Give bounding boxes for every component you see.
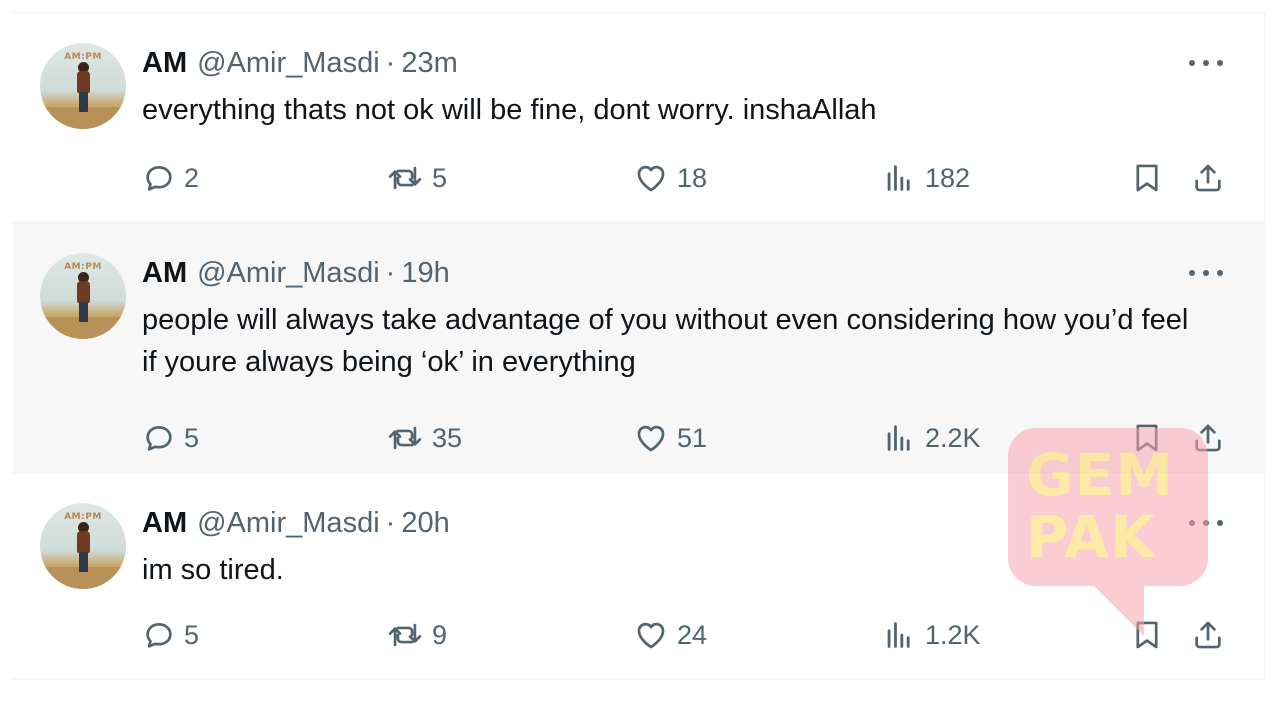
views-button[interactable]: 2.2K [881,416,981,460]
views-chart-icon [887,622,910,648]
like-count: 24 [677,619,708,650]
user-handle[interactable]: @Amir_Masdi [197,257,380,290]
retweet-button[interactable]: 5 [386,156,447,200]
display-name[interactable]: AM [142,257,187,290]
separator-dot: · [385,256,396,289]
display-name[interactable]: AM [142,507,187,540]
retweet-icon [388,166,422,190]
reply-count: 5 [184,619,200,650]
tweet-text: everything thats not ok will be fine, do… [142,94,877,126]
display-name[interactable]: AM [142,47,187,80]
share-button[interactable] [1191,156,1225,200]
separator-dot: · [385,506,396,539]
tweet-feed: AM:PM AM @Amir_Masdi · 23m everything th… [13,12,1265,680]
bookmark-button[interactable] [1130,613,1164,657]
like-count: 18 [677,162,708,193]
tweet[interactable]: AM:PM AM @Amir_Masdi · 23m everything th… [13,13,1265,223]
retweet-button[interactable]: 35 [386,416,462,460]
retweet-button[interactable]: 9 [386,613,447,657]
views-count: 2.2K [925,422,981,453]
tweet-timestamp[interactable]: 19h [401,257,449,290]
heart-icon [637,165,665,192]
views-chart-icon [887,165,910,191]
bookmark-icon [1136,164,1158,192]
bookmark-icon [1136,621,1158,649]
avatar-brand: AM:PM [64,52,102,62]
reply-icon [146,166,172,191]
retweet-count: 5 [432,162,448,193]
share-button[interactable] [1191,416,1225,460]
user-handle[interactable]: @Amir_Masdi [197,47,380,80]
tweet-actions: 2 5 18 182 [13,156,1265,200]
retweet-icon [388,426,422,450]
views-count: 1.2K [925,619,981,650]
tweet-text: people will always take advantage of you… [142,304,1189,378]
more-dots-icon[interactable] [1189,267,1223,279]
tweet-header: AM @Amir_Masdi · 23m [142,43,458,83]
reply-count: 2 [184,162,200,193]
share-icon [1195,164,1221,192]
heart-icon [637,622,665,649]
bookmark-button[interactable] [1130,156,1164,200]
avatar-brand: AM:PM [64,512,102,522]
tweet-header: AM @Amir_Masdi · 20h [142,503,450,543]
views-button[interactable]: 1.2K [881,613,981,657]
bookmark-button[interactable] [1130,416,1164,460]
tweet-timestamp[interactable]: 23m [401,47,457,80]
like-button[interactable]: 24 [633,613,707,657]
tweet[interactable]: AM:PM AM @Amir_Masdi · 20h im so tired. … [13,473,1265,681]
avatar[interactable]: AM:PM [40,253,126,339]
share-icon [1195,424,1221,452]
more-dots-icon[interactable] [1189,517,1223,529]
share-button[interactable] [1191,613,1225,657]
user-handle[interactable]: @Amir_Masdi [197,507,380,540]
reply-button[interactable]: 2 [142,156,199,200]
retweet-count: 9 [432,619,448,650]
avatar-brand: AM:PM [64,262,102,272]
avatar[interactable]: AM:PM [40,503,126,589]
views-chart-icon [887,425,910,451]
reply-count: 5 [184,422,200,453]
tweet-timestamp[interactable]: 20h [401,507,449,540]
avatar[interactable]: AM:PM [40,43,126,129]
like-button[interactable]: 18 [633,156,707,200]
tweet[interactable]: AM:PM AM @Amir_Masdi · 19h people will a… [13,223,1265,473]
heart-icon [637,425,665,452]
tweet-actions: 5 35 51 2.2K [13,416,1265,460]
separator-dot: · [385,46,396,79]
retweet-icon [388,623,422,647]
reply-button[interactable]: 5 [142,613,199,657]
reply-icon [146,426,172,451]
tweet-text: im so tired. [142,554,284,586]
more-dots-icon[interactable] [1189,57,1223,69]
share-icon [1195,621,1221,649]
tweet-header: AM @Amir_Masdi · 19h [142,253,450,293]
like-button[interactable]: 51 [633,416,707,460]
tweet-actions: 5 9 24 1.2K [13,613,1265,657]
bookmark-icon [1136,424,1158,452]
reply-icon [146,623,172,648]
like-count: 51 [677,422,708,453]
views-button[interactable]: 182 [881,156,970,200]
views-count: 182 [925,162,971,193]
retweet-count: 35 [432,422,463,453]
reply-button[interactable]: 5 [142,416,199,460]
